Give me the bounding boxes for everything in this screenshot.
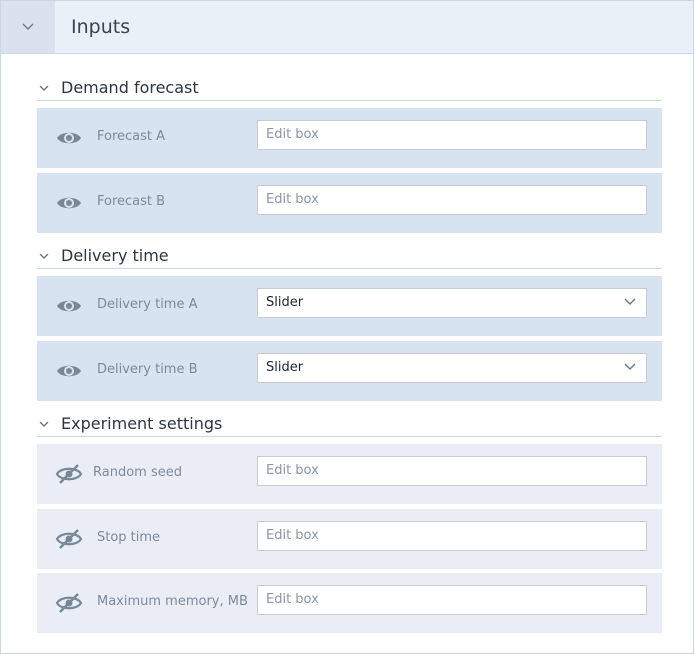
row-label: Forecast B [97,194,166,209]
chevron-down-icon [624,363,636,370]
row-label: Delivery time A [97,297,198,312]
edit-box[interactable]: Edit box [257,521,647,551]
input-row-forecast-b: Forecast B Edit box [37,173,662,233]
section-title: Experiment settings [61,414,223,433]
control-type-select[interactable]: Slider [257,353,647,383]
eye-icon[interactable] [55,126,83,150]
input-row-delivery-time-a: Delivery time A Slider [37,276,662,336]
row-label: Stop time [97,530,161,545]
control-type-select[interactable]: Slider [257,288,647,318]
select-value: Slider [266,295,304,310]
inputs-panel: Inputs Demand forecast Forecast A Edit b… [0,0,694,654]
input-row-delivery-time-b: Delivery time B Slider [37,341,662,401]
input-row-forecast-a: Forecast A Edit box [37,108,662,168]
chevron-down-icon [39,253,49,259]
edit-box[interactable]: Edit box [257,585,647,615]
edit-box[interactable]: Edit box [257,120,647,150]
chevron-down-icon [22,23,34,30]
row-label: Forecast A [97,129,166,144]
chevron-down-icon [39,421,49,427]
section-experiment-settings[interactable]: Experiment settings [37,414,662,437]
collapse-button[interactable] [1,1,55,53]
input-row-stop-time: Stop time Edit box [37,509,662,569]
panel-header: Inputs [1,1,693,54]
row-label: Maximum memory, MB [97,594,248,609]
panel-title: Inputs [71,16,131,38]
chevron-down-icon [624,298,636,305]
eye-off-icon[interactable] [55,591,83,615]
row-label: Delivery time B [97,362,198,377]
row-label: Random seed [93,465,182,480]
edit-box[interactable]: Edit box [257,185,647,215]
section-demand-forecast[interactable]: Demand forecast [37,78,662,101]
eye-icon[interactable] [55,294,83,318]
section-delivery-time[interactable]: Delivery time [37,246,662,269]
eye-icon[interactable] [55,359,83,383]
edit-box[interactable]: Edit box [257,456,647,486]
eye-off-icon[interactable] [55,527,83,551]
chevron-down-icon [39,85,49,91]
input-row-random-seed: Random seed Edit box [37,444,662,504]
eye-icon[interactable] [55,191,83,215]
input-row-maximum-memory: Maximum memory, MB Edit box [37,573,662,633]
section-title: Demand forecast [61,78,199,97]
select-value: Slider [266,360,304,375]
section-title: Delivery time [61,246,169,265]
eye-off-icon[interactable] [55,462,83,486]
